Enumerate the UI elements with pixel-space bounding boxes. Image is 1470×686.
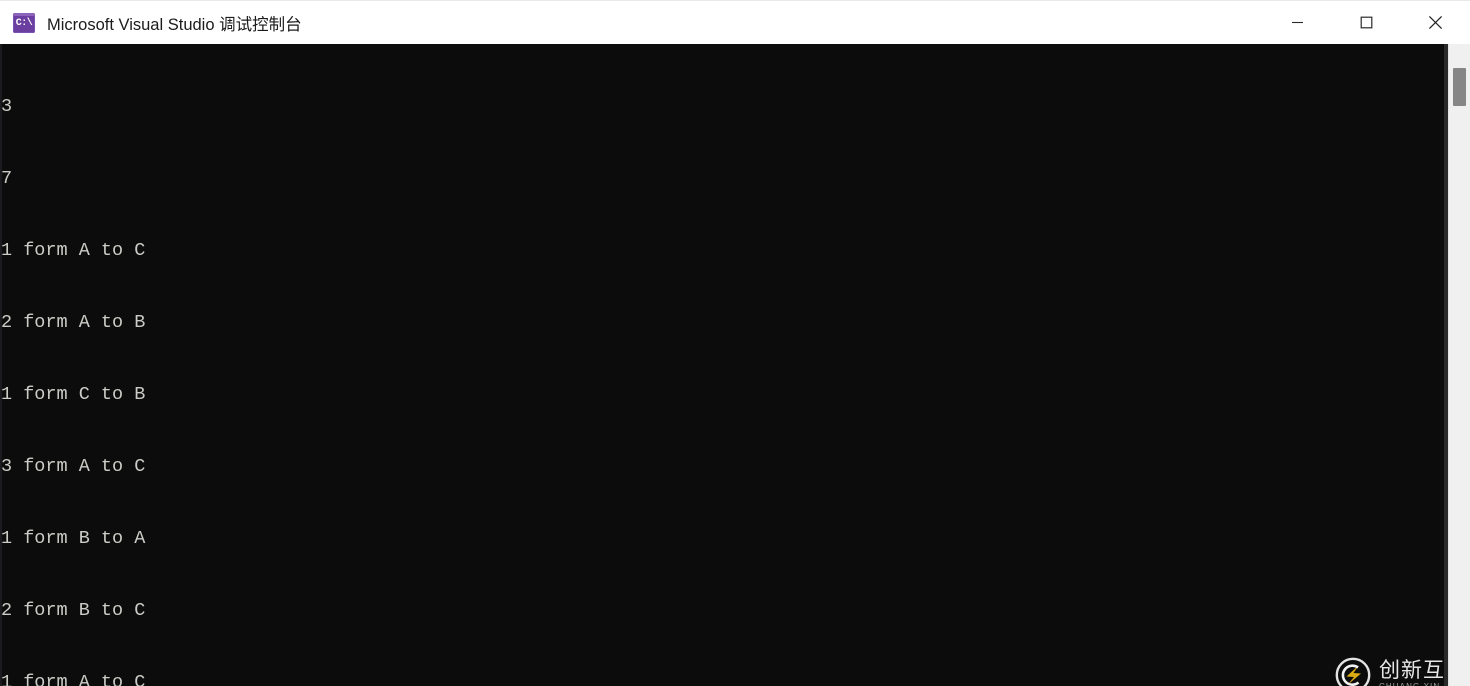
window-title: Microsoft Visual Studio 调试控制台 [47,15,302,34]
console-line: 7 [1,168,13,189]
console-line: 1 form A to C [1,240,146,261]
console-line: 1 form C to B [1,384,146,405]
console-app-icon: C:\ [13,12,35,33]
console-line: 3 [1,96,13,117]
icon-top-bar [13,12,35,16]
icon-prompt-glyph: C:\ [15,17,33,29]
console-line: 1 form A to C [1,672,146,686]
scrollbar-thumb[interactable] [1453,68,1466,106]
console-line: 1 form B to A [1,528,146,549]
console-text-buffer: 3 7 1 form A to C 2 form A to B 1 form C… [1,47,741,686]
console-window: C:\ Microsoft Visual Studio 调试控制台 3 7 1 … [0,0,1470,686]
title-bar-left: C:\ Microsoft Visual Studio 调试控制台 [0,11,1263,35]
cx-circle-logo [1334,656,1372,686]
minimize-icon [1292,21,1303,24]
maximize-icon [1360,16,1373,29]
close-button[interactable] [1401,1,1470,45]
title-bar[interactable]: C:\ Microsoft Visual Studio 调试控制台 [0,0,1470,44]
console-line: 3 form A to C [1,456,146,477]
window-controls [1263,1,1470,45]
minimize-button[interactable] [1263,1,1332,45]
close-icon [1428,15,1443,30]
maximize-button[interactable] [1332,1,1401,45]
console-line: 2 form B to C [1,600,146,621]
console-output-area[interactable]: 3 7 1 form A to C 2 form A to B 1 form C… [0,44,1470,686]
cx-logo-icon [1335,657,1371,686]
vertical-scrollbar[interactable] [1448,44,1470,686]
console-line: 2 form A to B [1,312,146,333]
